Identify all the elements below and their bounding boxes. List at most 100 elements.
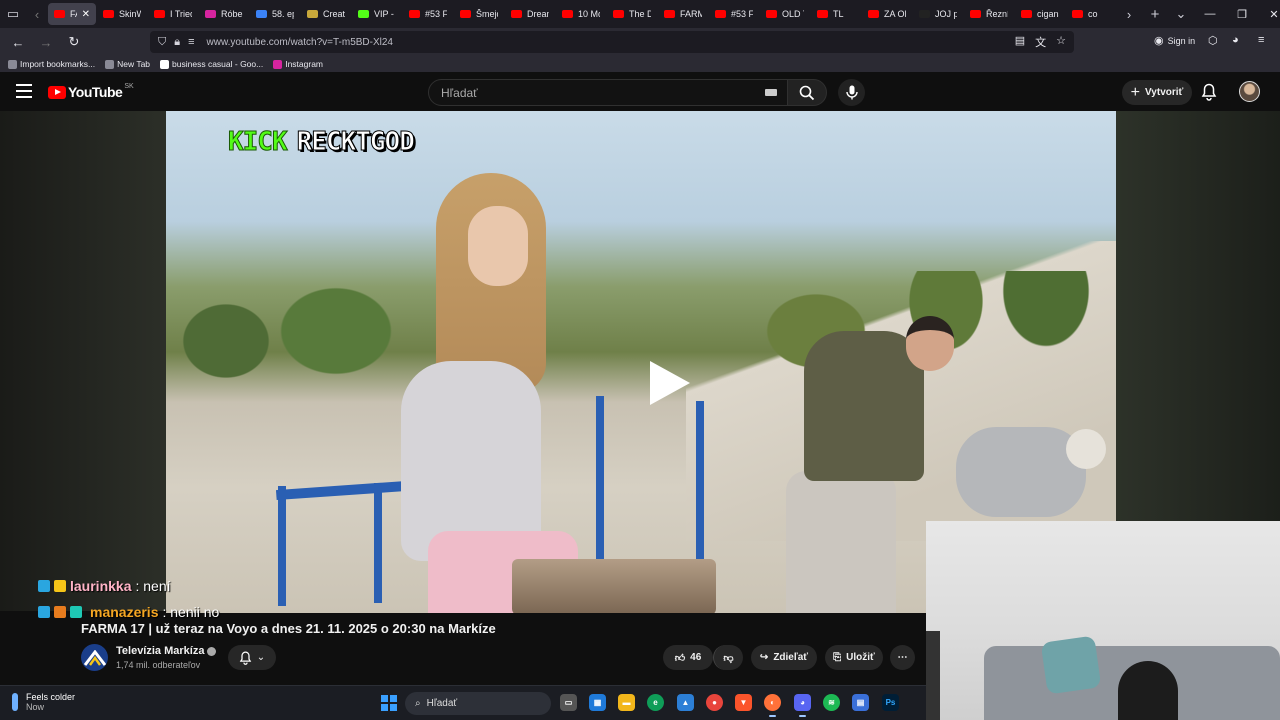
bookmark-label: Import bookmarks... [20,59,96,69]
create-button[interactable]: + Vytvoriť [1122,80,1192,105]
reader-view-icon[interactable]: ▤ [1015,34,1025,50]
country-code: SK [124,82,134,90]
youtube-search-input[interactable]: Hľadať [428,79,788,106]
subscribed-button[interactable]: ⌄ [228,645,276,670]
hamburger-menu-icon[interactable] [16,84,32,98]
bookmark-item[interactable]: New Tab [105,59,150,69]
start-button-icon[interactable] [381,695,397,711]
forward-icon[interactable]: → [34,30,58,54]
browser-tab[interactable]: FAR ✕ [48,3,96,25]
bookmark-star-icon[interactable]: ☆ [1056,34,1066,50]
account-icon: ◉ [1154,35,1164,47]
reload-icon[interactable]: ↻ [62,30,86,54]
notifications-bell-icon[interactable] [1201,83,1217,101]
browser-tab[interactable]: The D [607,3,657,25]
translate-icon[interactable]: 文 [1035,34,1046,50]
browser-tab[interactable]: Create [301,3,351,25]
spotify-icon[interactable]: ≋ [823,694,840,711]
channel-name-text[interactable]: Televízia Markíza [116,645,204,657]
browser-tab[interactable]: 10 Mo [556,3,606,25]
task-view-icon[interactable]: ▭ [560,694,577,711]
share-button[interactable]: ↪ Zdieľať [751,645,817,670]
browser-tab[interactable]: I Tried [148,3,198,25]
browser-tab[interactable]: ZA OF [862,3,912,25]
browser-tab[interactable]: Róber [199,3,249,25]
tab-overview-icon[interactable]: ▭ [0,0,26,28]
taskbar-search[interactable]: ⌕ Hľadať [405,692,551,715]
profile-color-icon[interactable]: ◕ [1232,34,1239,46]
youtube-search-button[interactable] [787,79,827,106]
microphone-icon [845,85,858,100]
weather-widget[interactable]: Feels colder Now [12,692,75,712]
keyboard-icon[interactable] [765,89,777,96]
chrome-icon[interactable]: ● [706,694,723,711]
browser-tab[interactable]: co [1066,3,1116,25]
more-actions-button[interactable]: ⋯ [890,645,915,670]
tab-favicon-icon [817,10,828,18]
browser-tab[interactable]: cigans [1015,3,1065,25]
close-tab-icon[interactable]: ✕ [82,9,90,20]
chat-crown-icon [54,580,66,592]
tab-title: The D [629,9,651,19]
dislike-button[interactable]: 👎︎ [713,645,743,670]
edge-icon[interactable]: e [647,694,664,711]
bookmark-item[interactable]: Import bookmarks... [8,59,95,69]
sign-in-button[interactable]: ◉ Sign in [1154,34,1195,47]
new-tab-icon[interactable]: + [1142,0,1168,28]
account-avatar[interactable] [1239,81,1260,102]
photoshop-icon[interactable]: Ps [882,694,899,711]
tab-title: Dream [527,9,549,19]
browser-tab[interactable]: #53 F [403,3,453,25]
discord-icon[interactable]: ◕ [794,694,811,717]
menu-icon[interactable]: ≡ [1258,34,1264,46]
back-icon[interactable]: ← [6,30,30,54]
youtube-logo[interactable]: YouTube SK [48,82,134,100]
browser-tab[interactable]: 58. ep [250,3,300,25]
url-text[interactable]: www.youtube.com/watch?v=T-m5BD-Xl24 [207,37,393,48]
browser-tab[interactable]: FARM [658,3,708,25]
lock-icon[interactable]: 🔒︎ [174,36,180,49]
tab-favicon-icon [103,10,114,18]
brave-icon[interactable]: ▼ [735,694,752,711]
permissions-icon[interactable]: ≡ [188,36,194,48]
tab-title: SkinW [119,9,141,19]
browser-tab[interactable]: JOJ play [913,3,963,25]
minimize-icon[interactable]: — [1194,0,1226,28]
channel-name[interactable]: Televízia Markíza [116,645,217,657]
tab-title: FAR [70,9,77,19]
tab-favicon-icon [358,10,369,18]
save-button[interactable]: ⎘ Uložiť [825,645,883,670]
notepad-icon[interactable]: ▤ [852,694,869,711]
like-button[interactable]: 👍︎ 46 [663,645,713,670]
firefox-icon[interactable]: ◐ [764,694,781,717]
thermometer-icon [12,693,18,711]
tab-favicon-icon [1021,10,1032,18]
extensions-icon[interactable]: ⬡ [1208,34,1218,47]
browser-tab[interactable]: #53 F [709,3,759,25]
browser-tab[interactable]: OLD T [760,3,810,25]
url-bar[interactable]: ⛉ 🔒︎ ≡ www.youtube.com/watch?v=T-m5BD-Xl… [150,31,1074,53]
voice-search-button[interactable] [838,79,865,106]
restore-icon[interactable]: ❐ [1226,0,1258,28]
browser-tab[interactable]: SkinW [97,3,147,25]
file-explorer-icon[interactable]: ▬ [618,694,635,711]
play-icon[interactable] [650,361,690,405]
close-window-icon[interactable]: ✕ [1258,0,1280,28]
widgets-icon[interactable]: ▦ [589,694,606,711]
browser-tab[interactable]: Šmejd [454,3,504,25]
bookmark-item[interactable]: business casual - Goo... [160,59,263,69]
tab-list-dropdown-icon[interactable]: ⌄ [1168,0,1194,28]
channel-avatar[interactable] [81,644,108,671]
chat-text: : není [135,578,171,594]
more-icon: ⋯ [897,652,908,663]
bookmark-item[interactable]: Instagram [273,59,323,69]
tab-scroll-right-icon[interactable]: › [1116,0,1142,28]
photos-icon[interactable]: ▲ [677,694,694,711]
tab-title: Create [323,9,345,19]
browser-tab[interactable]: VIP - F [352,3,402,25]
browser-tab[interactable]: Dream [505,3,555,25]
shield-icon[interactable]: ⛉ [158,36,166,49]
tab-scroll-left-icon[interactable]: ‹ [26,0,48,28]
browser-tab[interactable]: Řezník [964,3,1014,25]
browser-tab[interactable]: TL [811,3,861,25]
